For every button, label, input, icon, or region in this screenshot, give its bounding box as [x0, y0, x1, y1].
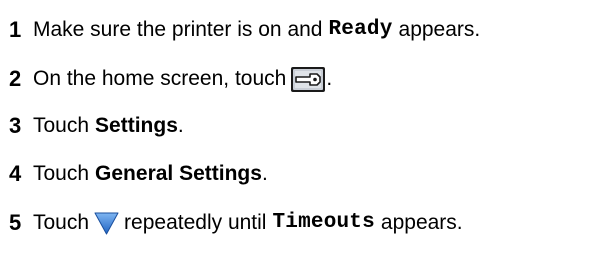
instruction-steps: 1 Make sure the printer is on and Ready …	[0, 0, 607, 258]
step-text: appears.	[398, 18, 481, 41]
step-text: appears.	[380, 211, 463, 234]
step-4: 4 Touch General Settings .	[9, 159, 268, 189]
step-text: Touch	[33, 114, 90, 137]
settings-tool-icon	[290, 66, 326, 93]
step-text: Touch	[33, 211, 90, 234]
step-number: 3	[9, 113, 22, 138]
step-5: 5 Touch repeatedly until Timeouts appear…	[9, 208, 463, 238]
step-2: 2 On the home screen, touch .	[9, 64, 332, 94]
step-number: 2	[9, 66, 22, 91]
step-number: 5	[9, 210, 22, 235]
step-text: .	[177, 114, 184, 137]
button-name-general-settings: General Settings	[95, 162, 262, 185]
step-text: .	[261, 162, 268, 185]
step-text: Touch	[33, 162, 90, 185]
step-3: 3 Touch Settings .	[9, 111, 184, 141]
step-number: 4	[9, 161, 22, 186]
step-1: 1 Make sure the printer is on and Ready …	[9, 15, 480, 45]
lcd-message-ready: Ready	[328, 18, 393, 41]
step-number: 1	[9, 17, 22, 42]
button-name-settings: Settings	[95, 114, 178, 137]
step-text: On the home screen, touch	[33, 67, 287, 90]
down-arrow-icon	[93, 210, 120, 236]
step-text: .	[326, 67, 333, 90]
lcd-message-timeouts: Timeouts	[272, 211, 375, 234]
step-text: repeatedly until	[124, 211, 267, 234]
step-text: Make sure the printer is on and	[33, 18, 323, 41]
